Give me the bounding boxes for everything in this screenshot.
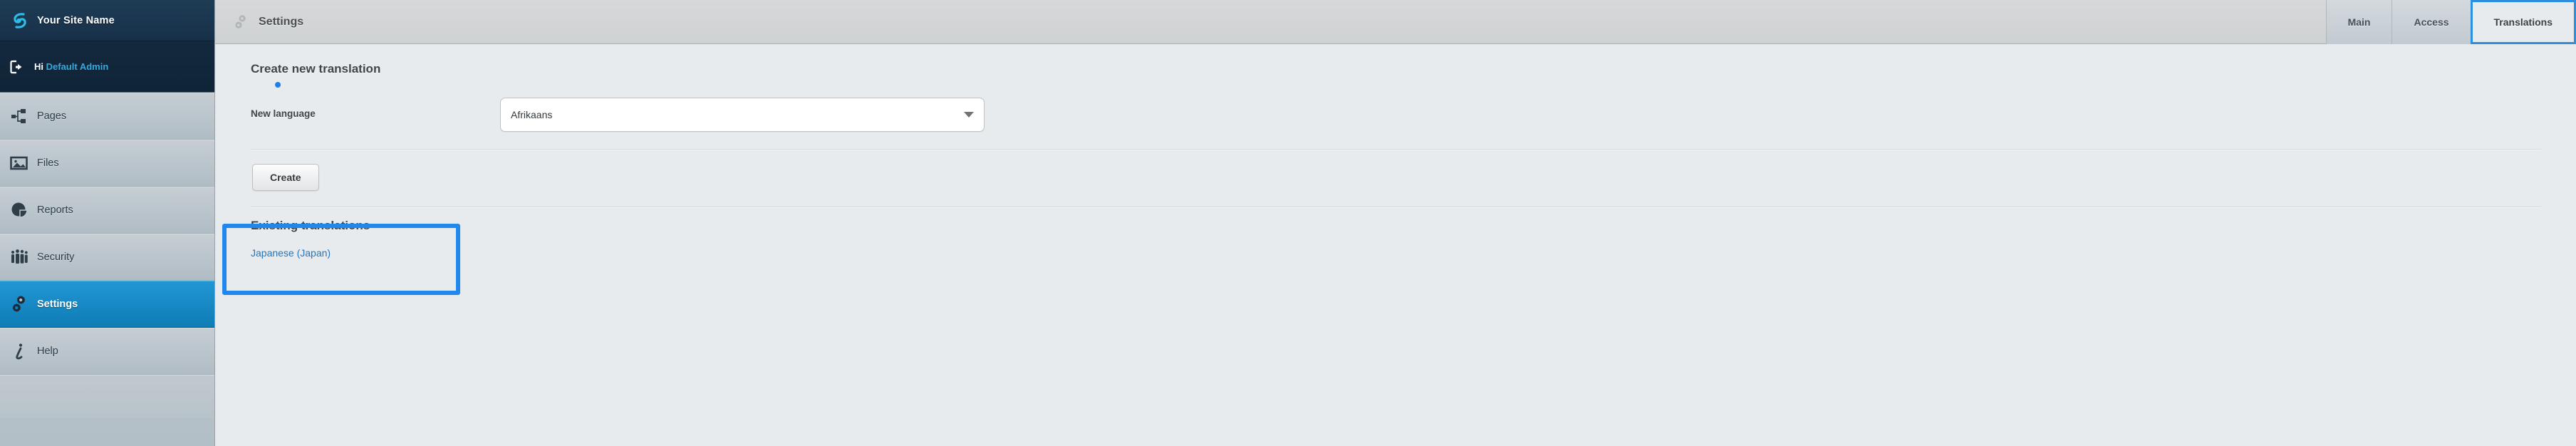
sidebar-item-label: Security: [37, 251, 75, 263]
sidebar-item-label: Files: [37, 157, 59, 169]
brand-header[interactable]: Your Site Name: [0, 0, 214, 41]
sidebar-item-label: Pages: [37, 110, 67, 122]
create-translation-heading: Create new translation: [251, 62, 381, 76]
divider: [251, 207, 2541, 208]
translation-link-japanese[interactable]: Japanese (Japan): [251, 247, 331, 259]
create-button[interactable]: Create: [252, 164, 319, 191]
main-content: Create new translation New language Afri…: [215, 44, 2576, 446]
new-language-label: New language: [251, 108, 316, 119]
tab-access[interactable]: Access: [2391, 0, 2471, 44]
sidebar-item-settings[interactable]: Settings: [0, 281, 214, 328]
tab-main[interactable]: Main: [2325, 0, 2392, 44]
chevron-down-icon: [964, 112, 974, 118]
user-name: Default Admin: [46, 61, 109, 72]
status-dot: [275, 82, 281, 88]
divider: [251, 149, 2541, 150]
sidebar-item-label: Settings: [37, 299, 78, 310]
page-title-group: Settings: [215, 14, 2326, 30]
site-logo-icon: [11, 11, 29, 30]
page-title: Settings: [259, 15, 304, 28]
highlight-annotation: [222, 224, 460, 295]
tab-label: Main: [2347, 16, 2371, 28]
tab-label: Translations: [2493, 16, 2552, 28]
gears-icon: [233, 14, 249, 30]
tab-translations[interactable]: Translations: [2470, 0, 2576, 44]
sidebar-filler: [0, 375, 214, 418]
new-language-select[interactable]: Afrikaans: [500, 98, 985, 132]
top-header-bar: Settings Main Access Translations: [215, 0, 2576, 44]
greeting-word: Hi: [34, 61, 43, 72]
people-icon: [10, 248, 28, 266]
piechart-icon: [10, 201, 28, 219]
image-icon: [10, 154, 28, 172]
user-greeting-text: Hi Default Admin: [34, 61, 108, 72]
header-tabs: Main Access Translations: [2325, 0, 2576, 44]
info-icon: [10, 342, 28, 361]
sidebar-item-files[interactable]: Files: [0, 140, 214, 187]
sidebar-item-reports[interactable]: Reports: [0, 187, 214, 234]
sidebar: Your Site Name Hi Default Admin Pages Fi…: [0, 0, 215, 446]
gears-icon: [10, 295, 28, 313]
sidebar-item-help[interactable]: Help: [0, 328, 214, 375]
new-language-selected-value: Afrikaans: [511, 109, 553, 120]
sidebar-item-label: Help: [37, 346, 58, 357]
brand-title: Your Site Name: [37, 14, 115, 26]
sidebar-item-security[interactable]: Security: [0, 234, 214, 281]
sidebar-item-label: Reports: [37, 204, 73, 216]
sitemap-icon: [10, 107, 28, 125]
sidebar-item-pages[interactable]: Pages: [0, 93, 214, 140]
new-language-field-row: New language Afrikaans: [215, 98, 2576, 140]
logout-arrow-icon[interactable]: [10, 60, 26, 74]
user-greeting-bar[interactable]: Hi Default Admin: [0, 41, 214, 93]
tab-label: Access: [2414, 16, 2449, 28]
